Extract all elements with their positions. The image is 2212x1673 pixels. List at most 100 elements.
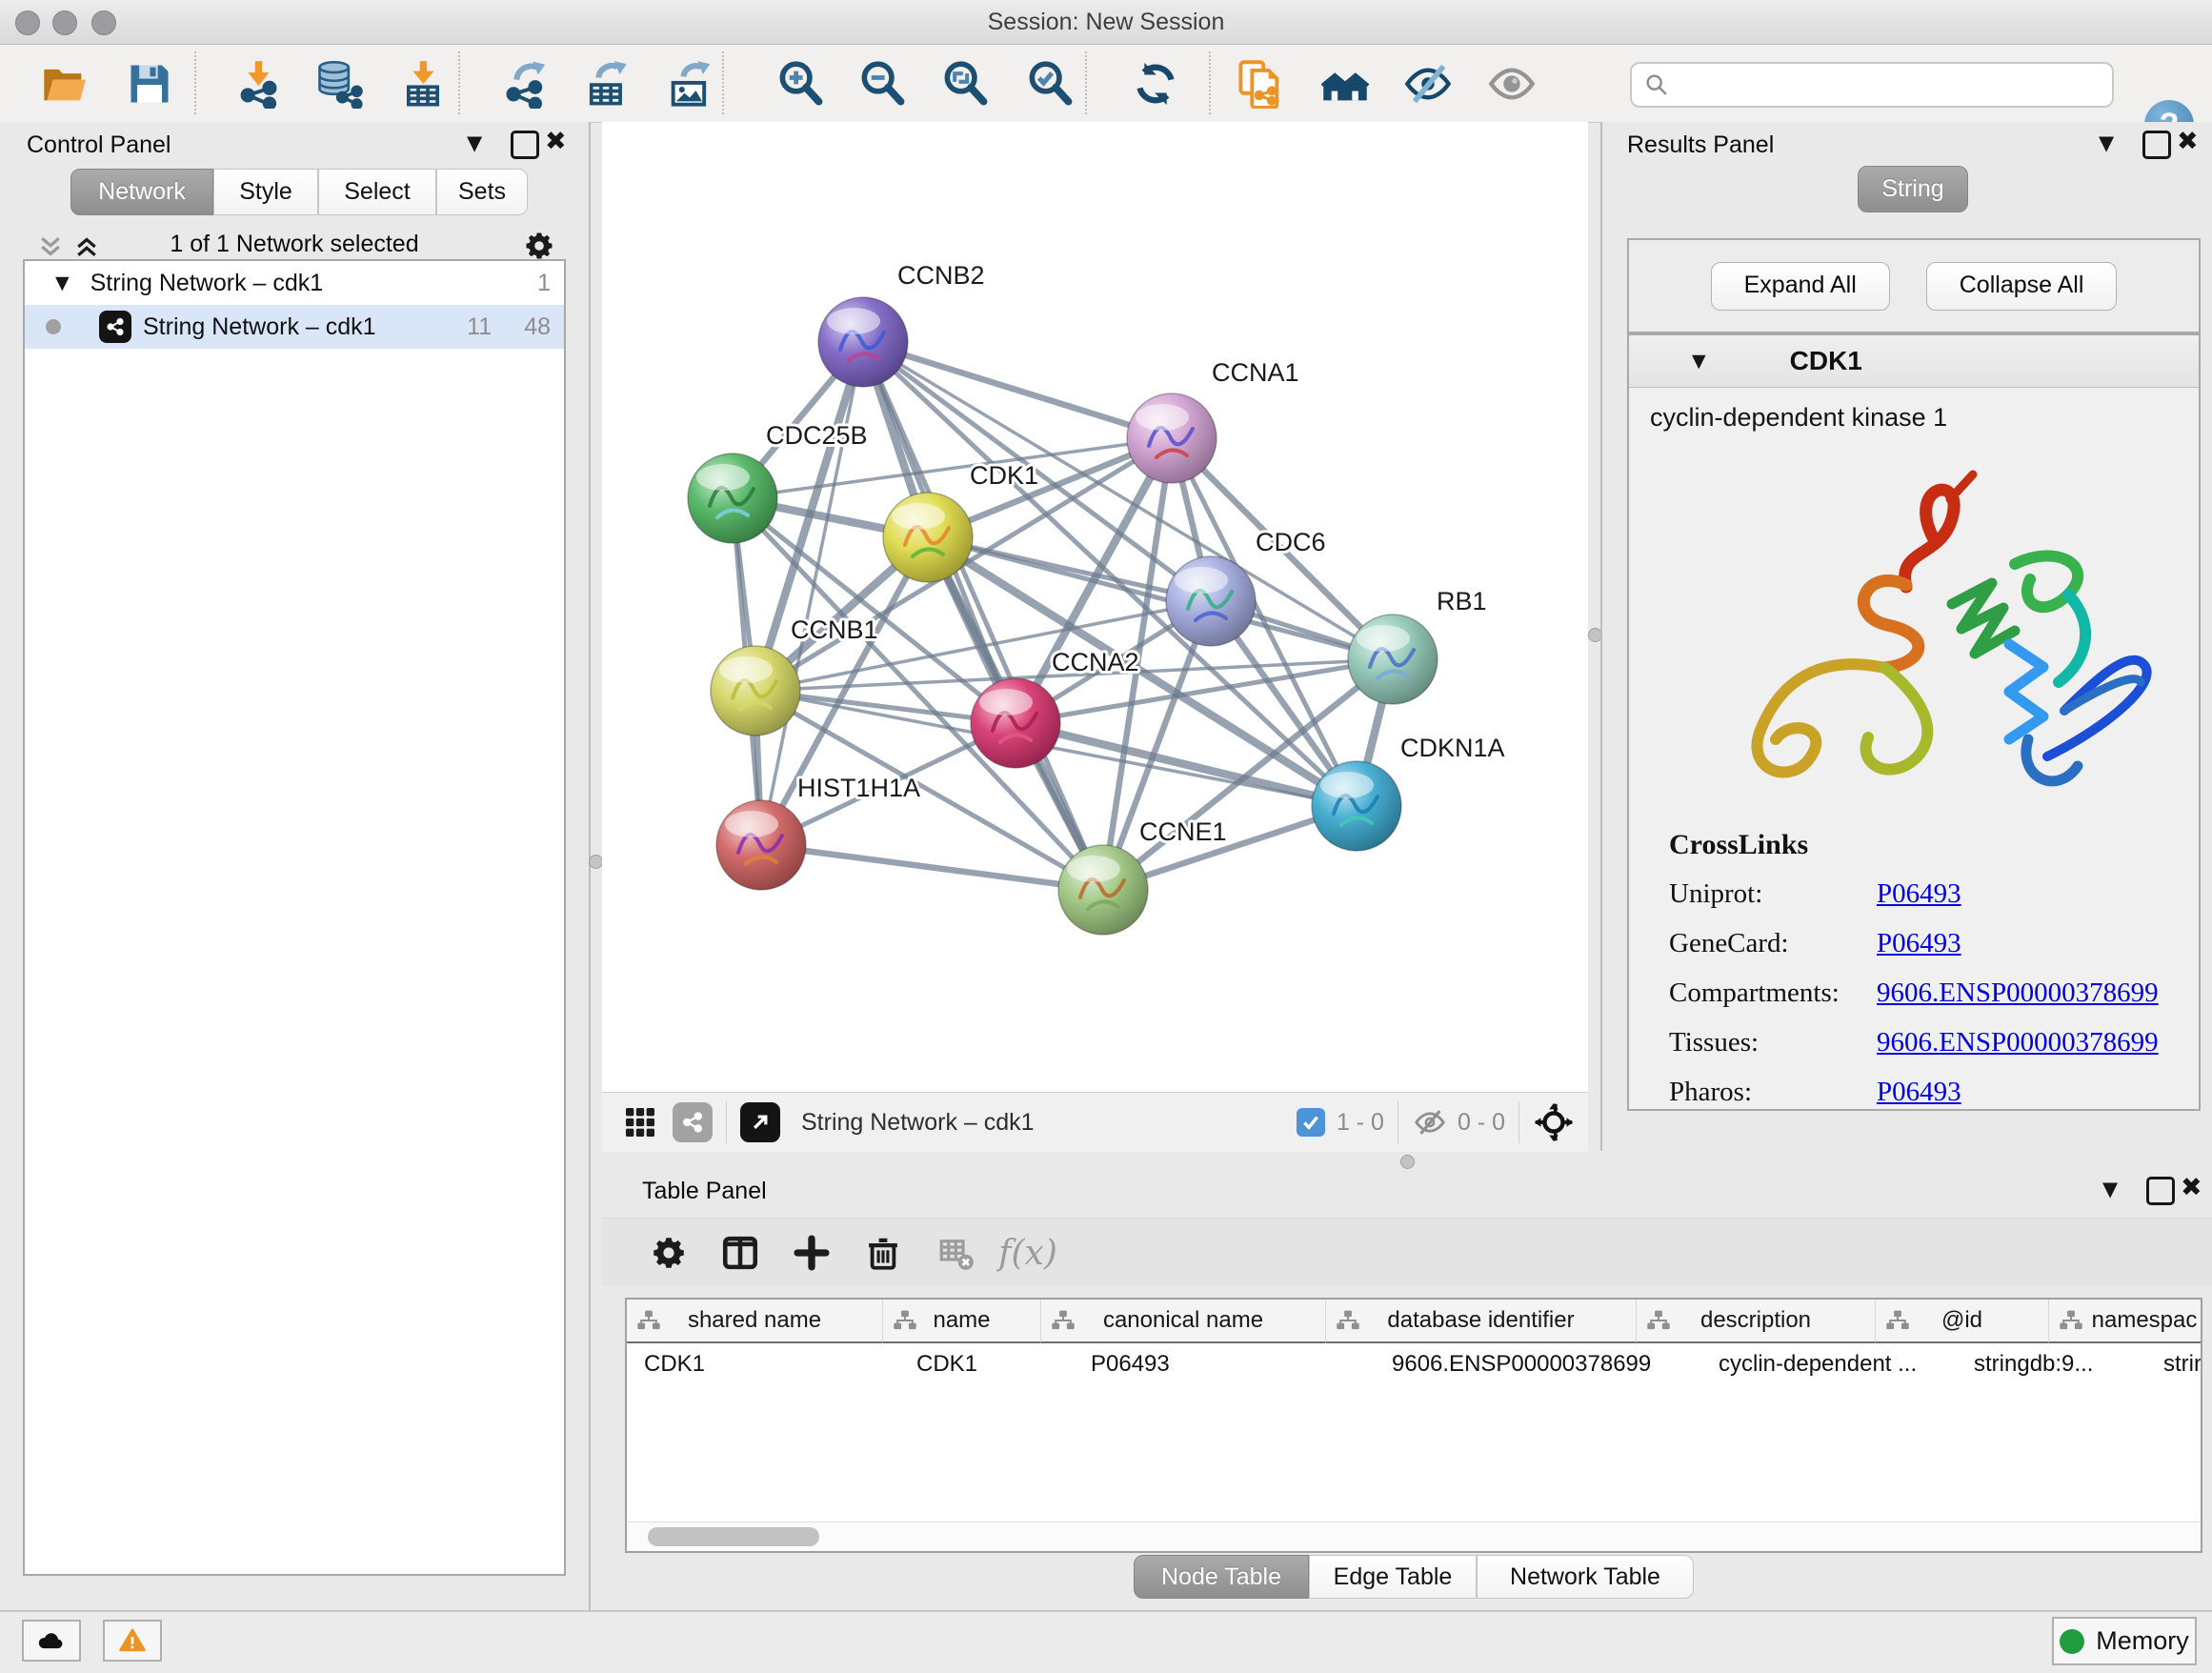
column-header[interactable]: description	[1637, 1300, 1876, 1343]
crosslink-link[interactable]: P06493	[1877, 869, 1961, 918]
crosslink-link[interactable]: 9606.ENSP00000378699	[1877, 1018, 2159, 1067]
table-row[interactable]: CDK1 CDK1 P06493 9606.ENSP00000378699 cy…	[627, 1343, 2201, 1385]
close-traffic-light[interactable]	[15, 10, 40, 35]
collapse-all-networks-icon[interactable]	[36, 232, 65, 261]
hide-selected-button[interactable]	[1399, 55, 1457, 112]
node-CCNE1[interactable]: CCNE1	[1058, 817, 1227, 935]
node-RB1[interactable]: RB1	[1348, 587, 1487, 704]
export-network-button[interactable]	[496, 55, 553, 112]
column-header[interactable]: database identifier	[1326, 1300, 1637, 1343]
column-header[interactable]: @id	[1876, 1300, 2049, 1343]
edge-CCNB2-HIST1H1A[interactable]	[761, 342, 863, 845]
delete-column-button[interactable]	[858, 1228, 908, 1278]
table-horizontal-scrollbar[interactable]	[627, 1522, 2201, 1551]
network-collection-row[interactable]: ▼ String Network – cdk1 1	[25, 261, 564, 305]
column-header[interactable]: namespac	[2049, 1300, 2202, 1343]
network-canvas[interactable]: CCNB2CCNA1CDC25BCDK1CDC6RB1CCNB1CCNA2CDK…	[602, 122, 1588, 1092]
zoom-in-button[interactable]	[772, 55, 829, 112]
crosslink-link[interactable]: P06493	[1877, 1067, 1961, 1117]
apply-layout-button[interactable]	[1127, 55, 1184, 112]
horizontal-splitter[interactable]	[602, 1151, 2212, 1172]
gene-expander-icon[interactable]: ▼	[1692, 351, 1706, 372]
detach-view-icon[interactable]	[740, 1102, 780, 1142]
import-table-button[interactable]	[394, 55, 452, 112]
splitter-handle[interactable]	[1400, 1155, 1415, 1169]
show-all-button[interactable]	[1483, 55, 1540, 112]
window-title: Session: New Session	[0, 0, 2212, 44]
zoom-fit-button[interactable]	[936, 55, 994, 112]
network-options-gear-icon[interactable]	[522, 229, 556, 263]
column-header[interactable]: name	[883, 1300, 1041, 1343]
first-neighbors-button[interactable]	[1317, 55, 1374, 112]
selected-checkbox-icon[interactable]	[1297, 1108, 1325, 1137]
node-HIST1H1A[interactable]: HIST1H1A	[716, 774, 920, 890]
gene-header[interactable]: ▼ CDK1	[1629, 335, 2199, 388]
float-panel-icon[interactable]: ▼	[2099, 131, 2114, 154]
import-network-database-button[interactable]	[310, 55, 367, 112]
collection-expander-icon[interactable]: ▼	[55, 272, 70, 293]
tab-string[interactable]: String	[1858, 166, 1968, 212]
crosslink-link[interactable]: 9606.ENSP00000378699	[1877, 968, 2159, 1018]
zoom-traffic-light[interactable]	[91, 10, 116, 35]
network-birdseye-icon[interactable]	[673, 1102, 713, 1142]
splitter-handle[interactable]	[589, 855, 603, 869]
tab-edge-table[interactable]: Edge Table	[1309, 1555, 1477, 1599]
close-panel-icon[interactable]: ✖	[2177, 127, 2199, 156]
expand-all-networks-icon[interactable]	[72, 232, 101, 261]
window-titlebar: Session: New Session	[0, 0, 2212, 45]
columns-icon	[720, 1233, 760, 1273]
edge-CCNB2-CCNE1[interactable]	[863, 342, 1103, 890]
export-table-button[interactable]	[578, 55, 635, 112]
column-header[interactable]: shared name	[627, 1300, 883, 1343]
edge-CCNB2-CCNA1[interactable]	[863, 342, 1172, 438]
save-session-button[interactable]	[121, 55, 178, 112]
zoom-selected-icon	[1025, 59, 1075, 109]
table-tabs: Node Table Edge Table Network Table	[1134, 1555, 1694, 1599]
cell-description: cyclin-dependent ...	[1701, 1343, 1957, 1385]
collapse-all-button[interactable]: Collapse All	[1926, 262, 2118, 311]
import-network-file-button[interactable]	[230, 55, 287, 112]
refresh-icon	[1131, 59, 1180, 109]
tab-network[interactable]: Network	[70, 169, 213, 215]
scrollbar-thumb[interactable]	[648, 1527, 819, 1546]
column-header[interactable]: canonical name	[1041, 1300, 1326, 1343]
tab-node-table[interactable]: Node Table	[1134, 1555, 1309, 1599]
tab-select[interactable]: Select	[318, 169, 436, 215]
maximize-panel-icon[interactable]	[511, 131, 539, 159]
export-image-button[interactable]	[661, 55, 718, 112]
float-panel-icon[interactable]: ▼	[467, 131, 482, 154]
right-splitter[interactable]	[1588, 122, 1600, 1151]
create-column-button[interactable]	[787, 1228, 836, 1278]
maximize-panel-icon[interactable]	[2142, 131, 2171, 159]
grid-view-icon[interactable]	[621, 1103, 659, 1141]
fit-selected-crosshair-icon[interactable]	[1533, 1101, 1575, 1143]
node-CDKN1A[interactable]: CDKN1A	[1312, 734, 1505, 851]
tab-sets[interactable]: Sets	[436, 169, 528, 215]
zoom-out-button[interactable]	[854, 55, 911, 112]
minimize-traffic-light[interactable]	[52, 10, 77, 35]
crosslink-link[interactable]: P06493	[1877, 918, 1961, 968]
close-panel-icon[interactable]: ✖	[2181, 1173, 2202, 1202]
warnings-button[interactable]	[103, 1620, 162, 1662]
tab-network-table[interactable]: Network Table	[1477, 1555, 1694, 1599]
crosslink-label: Tissues:	[1669, 1018, 1877, 1067]
show-columns-button[interactable]	[715, 1228, 765, 1278]
close-panel-icon[interactable]: ✖	[545, 127, 567, 156]
network-graph[interactable]: CCNB2CCNA1CDC25BCDK1CDC6RB1CCNB1CCNA2CDK…	[602, 122, 1588, 1092]
cloud-status-button[interactable]	[22, 1620, 81, 1662]
search-input[interactable]	[1678, 67, 2112, 103]
node-label-CDKN1A: CDKN1A	[1400, 734, 1505, 762]
network-row[interactable]: String Network – cdk1 11 48	[25, 305, 564, 349]
left-splitter[interactable]	[589, 122, 602, 1610]
open-session-button[interactable]	[36, 55, 93, 112]
clone-network-button[interactable]	[1232, 55, 1289, 112]
table-settings-button[interactable]	[644, 1228, 694, 1278]
node-CCNA1[interactable]: CCNA1	[1127, 358, 1299, 483]
memory-button[interactable]: Memory	[2052, 1617, 2197, 1665]
zoom-selected-button[interactable]	[1021, 55, 1078, 112]
expand-all-button[interactable]: Expand All	[1711, 262, 1890, 311]
edge-HIST1H1A-CCNE1[interactable]	[761, 845, 1103, 890]
float-panel-icon[interactable]: ▼	[2102, 1178, 2118, 1200]
maximize-panel-icon[interactable]	[2146, 1177, 2175, 1205]
tab-style[interactable]: Style	[213, 169, 318, 215]
